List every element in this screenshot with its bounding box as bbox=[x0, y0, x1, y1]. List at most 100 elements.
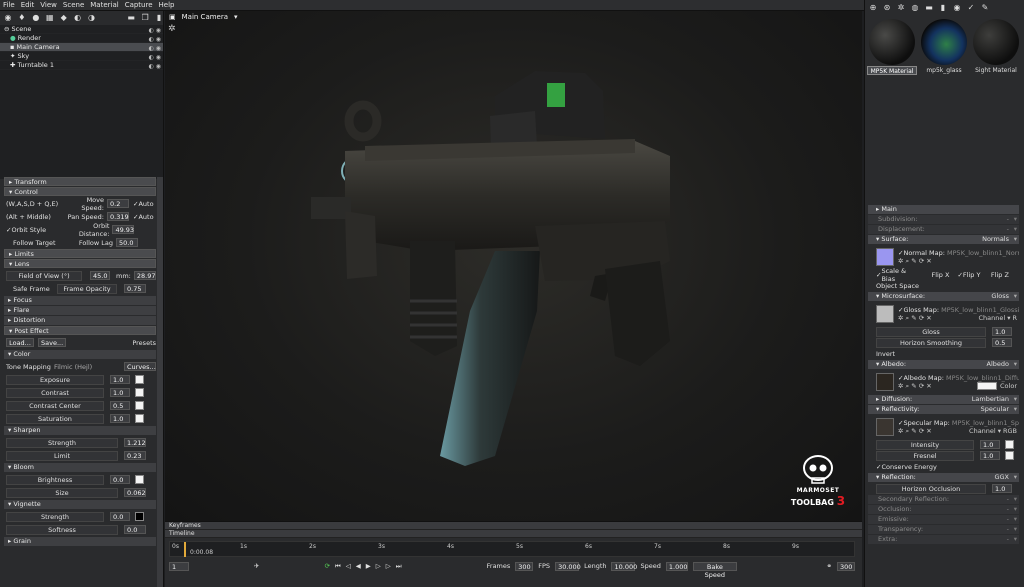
vignette-softness-slider[interactable]: Softness bbox=[6, 524, 118, 535]
albedo-map-thumb[interactable] bbox=[876, 373, 894, 391]
section-reflection[interactable]: ▾ Reflection: GGX ▾ bbox=[868, 473, 1019, 482]
horizon-occlusion-slider[interactable]: Horizon Occlusion bbox=[876, 483, 986, 494]
section-flare[interactable]: ▸ Flare bbox=[4, 306, 156, 315]
step-back-icon[interactable]: ◀ bbox=[356, 562, 361, 570]
tree-item-main-camera[interactable]: ▪ Main Camera ◐ ◉ bbox=[0, 43, 163, 52]
dropper-icon[interactable]: ✎ bbox=[981, 3, 989, 12]
frame-field[interactable]: 1 bbox=[169, 561, 189, 571]
horizon-smoothing-field[interactable]: 0.5 bbox=[992, 338, 1012, 347]
intensity-color-swatch[interactable] bbox=[1005, 440, 1014, 449]
menu-file[interactable]: File bbox=[0, 0, 18, 11]
skip-start-icon[interactable]: ⏮ bbox=[335, 562, 341, 571]
saturation-slider[interactable]: Saturation bbox=[6, 413, 104, 424]
sharpen-strength-slider[interactable]: Strength bbox=[6, 437, 118, 448]
load-button[interactable]: Load... bbox=[6, 338, 34, 347]
prev-key-icon[interactable]: ◁ bbox=[346, 562, 351, 570]
intensity-slider[interactable]: Intensity bbox=[876, 439, 974, 450]
gloss-slider[interactable]: Gloss bbox=[876, 326, 986, 337]
section-distortion[interactable]: ▸ Distortion bbox=[4, 316, 156, 325]
saturation-field[interactable]: 1.0 bbox=[110, 414, 130, 423]
bloom-size-slider[interactable]: Size bbox=[6, 487, 118, 498]
bloom-brightness-field[interactable]: 0.0 bbox=[110, 475, 130, 484]
trash-icon[interactable]: ▮ bbox=[155, 13, 163, 22]
section-sharpen[interactable]: ▾ Sharpen bbox=[4, 426, 156, 435]
vignette-color-swatch[interactable] bbox=[135, 512, 144, 521]
speed-field[interactable]: 1.000 bbox=[665, 561, 688, 571]
link-icon[interactable]: ⚭ bbox=[827, 562, 832, 570]
material-thumb-mp5k[interactable]: MP5K Material bbox=[867, 18, 917, 76]
extra-row[interactable]: Extra: - ▾ bbox=[868, 535, 1019, 544]
bloom-color-swatch[interactable] bbox=[135, 475, 144, 484]
menu-help[interactable]: Help bbox=[156, 0, 178, 11]
section-microsurface[interactable]: ▾ Microsurface: Gloss ▾ bbox=[868, 292, 1019, 301]
frames-field[interactable]: 300 bbox=[515, 561, 534, 571]
fov-slider[interactable]: Field of View (°) bbox=[6, 270, 82, 281]
albedo-color-swatch[interactable] bbox=[977, 382, 998, 390]
save-button[interactable]: Save... bbox=[38, 338, 66, 347]
specular-map-thumb[interactable] bbox=[876, 418, 894, 436]
section-post-effect[interactable]: ▾ Post Effect bbox=[4, 326, 156, 335]
sharpen-strength-field[interactable]: 1.212 bbox=[124, 438, 146, 447]
emissive-row[interactable]: Emissive: - ▾ bbox=[868, 515, 1019, 524]
exposure-field[interactable]: 1.0 bbox=[110, 375, 130, 384]
skip-end-icon[interactable]: ⏭ bbox=[396, 562, 402, 571]
menu-capture[interactable]: Capture bbox=[122, 0, 156, 11]
tree-item-scene[interactable]: ⊖ Scene ◐ ◉ bbox=[0, 25, 163, 34]
hdri-icon[interactable]: ◐ bbox=[74, 13, 82, 22]
contrast-field[interactable]: 1.0 bbox=[110, 388, 130, 397]
intensity-field[interactable]: 1.0 bbox=[980, 440, 1000, 449]
material-thumb-glass[interactable]: mp5k_glass bbox=[919, 18, 969, 76]
material-icon[interactable]: ⊛ bbox=[883, 3, 891, 12]
object-space-row[interactable]: Object Space bbox=[868, 280, 1019, 291]
follow-lag-field[interactable]: 50.0 bbox=[116, 238, 138, 247]
bloom-brightness-slider[interactable]: Brightness bbox=[6, 474, 104, 485]
invert-row[interactable]: Invert bbox=[868, 348, 1019, 359]
keyframes-header[interactable]: Keyframes bbox=[165, 522, 862, 530]
frame-opacity-field[interactable]: 0.75 bbox=[124, 284, 146, 293]
section-vignette[interactable]: ▾ Vignette bbox=[4, 500, 156, 509]
fresnel-slider[interactable]: Fresnel bbox=[876, 450, 974, 461]
vignette-strength-slider[interactable]: Strength bbox=[6, 511, 104, 522]
horizon-occlusion-field[interactable]: 1.0 bbox=[992, 484, 1012, 493]
section-grain[interactable]: ▸ Grain bbox=[4, 537, 156, 546]
pan-speed-field[interactable]: 0.319 bbox=[107, 212, 129, 221]
section-diffusion[interactable]: ▸ Diffusion: Lambertian ▾ bbox=[868, 395, 1019, 404]
fps-field[interactable]: 30.000 bbox=[555, 561, 581, 571]
left-scrollbar[interactable] bbox=[157, 177, 163, 587]
move-speed-field[interactable]: 0.2 bbox=[107, 199, 129, 208]
contrast-slider[interactable]: Contrast bbox=[6, 387, 104, 398]
section-lens[interactable]: ▾ Lens bbox=[4, 259, 156, 268]
menu-material[interactable]: Material bbox=[87, 0, 121, 11]
vignette-softness-field[interactable]: 0.0 bbox=[124, 525, 146, 534]
material-thumb-sight[interactable]: Sight Material bbox=[971, 18, 1021, 76]
tree-item-turntable[interactable]: ✚ Turntable 1 ◐ ◉ bbox=[0, 61, 163, 70]
contrast-center-field[interactable]: 0.5 bbox=[110, 401, 130, 410]
sphere-icon[interactable]: ● bbox=[32, 13, 40, 22]
presets-menu[interactable]: Presets bbox=[132, 339, 156, 347]
map-tools[interactable]: ✲ ⌕ ✎ ⟳ ✕ bbox=[898, 427, 932, 436]
vignette-strength-field[interactable]: 0.0 bbox=[110, 512, 130, 521]
tone-mapping-select[interactable]: Filmic (Hejl) bbox=[54, 363, 92, 371]
map-tools[interactable]: ✲ ⌕ ✎ ⟳ ✕ bbox=[898, 382, 932, 391]
bake-icon[interactable]: ✲ bbox=[897, 3, 905, 12]
gloss-map-thumb[interactable] bbox=[876, 305, 894, 323]
contrast-center-color-swatch[interactable] bbox=[135, 401, 144, 410]
timeline-header[interactable]: Timeline bbox=[165, 530, 862, 538]
section-albedo[interactable]: ▾ Albedo: Albedo ▾ bbox=[868, 360, 1019, 369]
play-icon[interactable]: ▶ bbox=[366, 562, 371, 570]
section-main[interactable]: ▸ Main bbox=[868, 205, 1019, 214]
bake-speed-button[interactable]: Bake Speed bbox=[692, 561, 737, 579]
mm-field[interactable]: 28.97 bbox=[133, 271, 156, 280]
tree-item-sky[interactable]: ✦ Sky ◐ ◉ bbox=[0, 52, 163, 61]
check-icon[interactable]: ✓ bbox=[967, 3, 975, 12]
gloss-field[interactable]: 1.0 bbox=[992, 327, 1012, 336]
viewport[interactable]: ▣ Main Camera ▾ ✲ MARMOSET TOOLBAG 3 bbox=[165, 11, 862, 521]
subdivision-row[interactable]: Subdivision: - ▾ bbox=[868, 215, 1019, 224]
timeline-ruler[interactable]: 0s 1s 2s 3s 4s 5s 6s 7s 8s 9s 0:00.08 bbox=[169, 541, 855, 557]
add-icon[interactable]: ⊕ bbox=[869, 3, 877, 12]
saturation-color-swatch[interactable] bbox=[135, 414, 144, 423]
occlusion-row[interactable]: Occlusion: - ▾ bbox=[868, 505, 1019, 514]
displacement-row[interactable]: Displacement: - ▾ bbox=[868, 225, 1019, 234]
step-forward-icon[interactable]: ▷ bbox=[376, 562, 381, 570]
shadow-icon[interactable]: ◑ bbox=[88, 13, 96, 22]
